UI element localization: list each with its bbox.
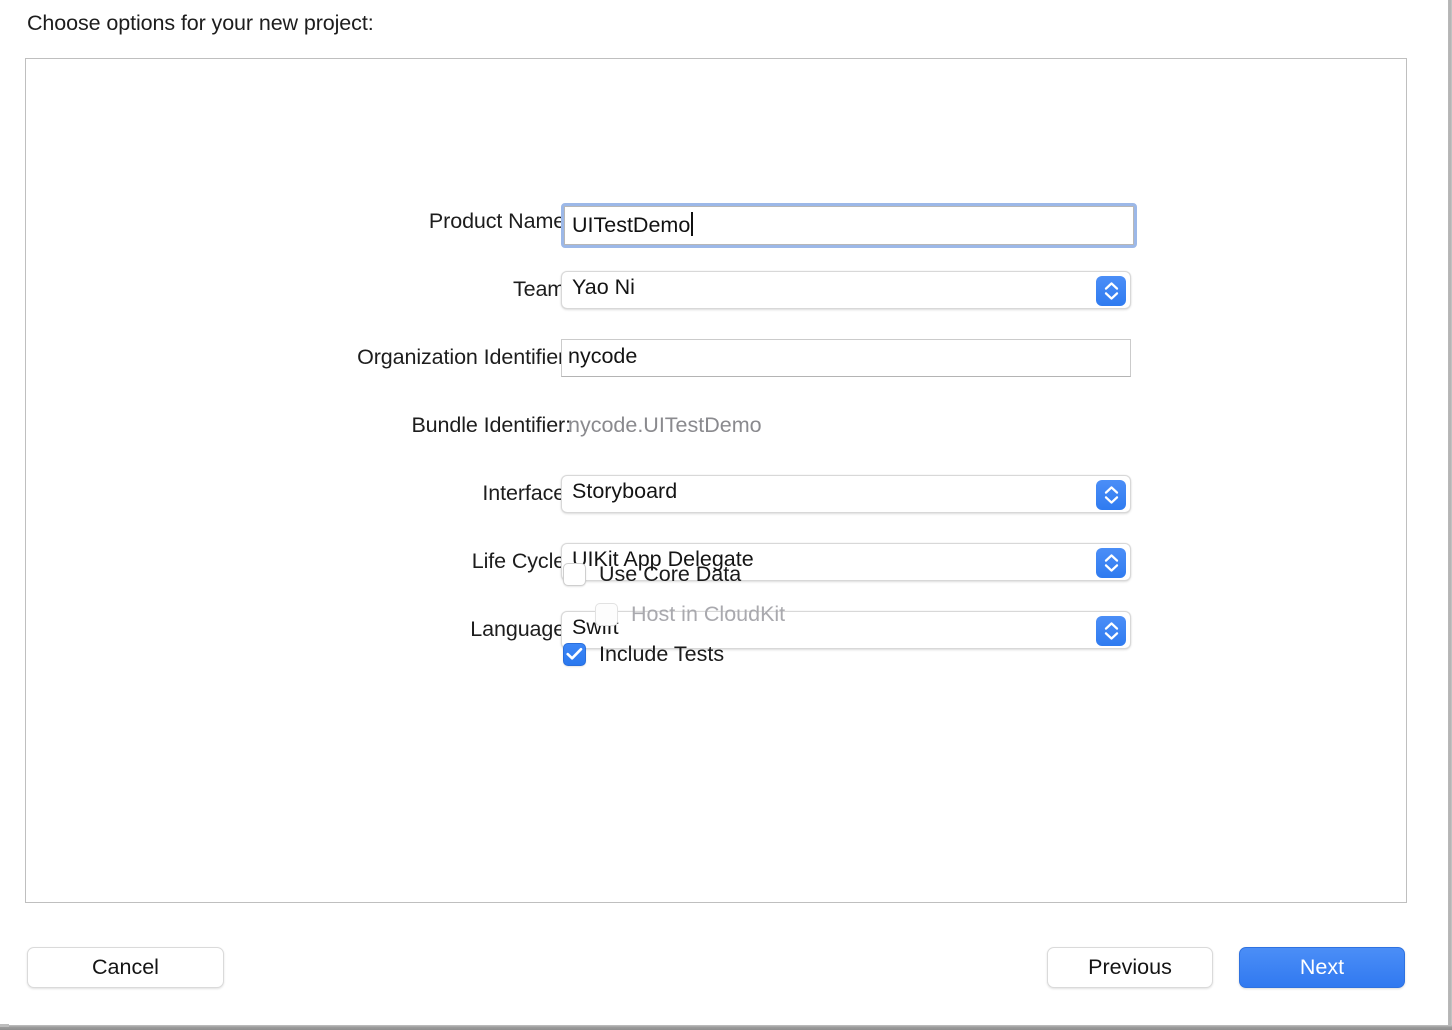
form-row-product-name: Product Name: UITestDemo: [26, 203, 1408, 277]
window-right-edge: [1448, 0, 1452, 1030]
page-title: Choose options for your new project:: [27, 11, 374, 35]
project-options-checkboxes: Use Core Data Host in CloudKit Include T…: [563, 554, 1263, 674]
label-interface: Interface:: [482, 481, 571, 505]
next-button[interactable]: Next: [1239, 947, 1405, 988]
use-core-data-label: Use Core Data: [599, 561, 742, 586]
form-row-bundle-identifier: Bundle Identifier: nycode.UITestDemo: [26, 413, 1408, 481]
checkbox-row-host-in-cloudkit: Host in CloudKit: [563, 594, 1263, 634]
team-popup-button[interactable]: Yao Ni: [561, 271, 1131, 309]
include-tests-label: Include Tests: [599, 641, 725, 666]
text-caret: [691, 212, 693, 236]
product-name-value-wrap: UITestDemo: [572, 212, 693, 238]
use-core-data-checkbox[interactable]: [563, 562, 586, 586]
product-name-input-inner[interactable]: UITestDemo: [564, 206, 1134, 245]
team-popup-value: Yao Ni: [572, 275, 635, 299]
interface-popup-button[interactable]: Storyboard: [561, 475, 1131, 513]
control-organization-identifier: nycode: [561, 339, 1131, 377]
control-team: Yao Ni: [561, 271, 1131, 309]
label-organization-identifier: Organization Identifier:: [357, 345, 571, 369]
organization-identifier-input[interactable]: nycode: [561, 339, 1131, 377]
cancel-button[interactable]: Cancel: [27, 947, 224, 988]
checkbox-row-include-tests[interactable]: Include Tests: [563, 634, 1263, 674]
label-language: Language:: [470, 617, 571, 641]
form-row-interface: Interface: Storyboard: [26, 475, 1408, 549]
organization-identifier-value: nycode: [568, 344, 638, 368]
host-in-cloudkit-checkbox: [595, 602, 618, 626]
include-tests-checkbox[interactable]: [563, 642, 586, 666]
control-interface: Storyboard: [561, 475, 1131, 513]
label-life-cycle: Life Cycle:: [471, 549, 571, 573]
product-name-input[interactable]: UITestDemo: [561, 203, 1137, 248]
checkbox-row-use-core-data[interactable]: Use Core Data: [563, 554, 1263, 594]
label-product-name: Product Name:: [428, 209, 571, 233]
control-bundle-identifier: nycode.UITestDemo: [561, 407, 762, 438]
host-in-cloudkit-label: Host in CloudKit: [631, 601, 786, 626]
options-panel: Product Name: UITestDemo Team: Yao Ni Or…: [25, 58, 1407, 903]
control-product-name: UITestDemo: [561, 203, 1137, 248]
interface-popup-value: Storyboard: [572, 479, 678, 503]
product-name-value: UITestDemo: [572, 213, 691, 237]
chevron-up-down-icon[interactable]: [1096, 276, 1126, 306]
form-row-organization-identifier: Organization Identifier: nycode: [26, 339, 1408, 413]
window-bottom-left-nub: [0, 1024, 9, 1027]
window-bottom-edge: [0, 1025, 1452, 1030]
chevron-up-down-icon[interactable]: [1096, 480, 1126, 510]
checkmark-icon: [566, 647, 583, 660]
form-row-team: Team: Yao Ni: [26, 271, 1408, 345]
label-bundle-identifier: Bundle Identifier:: [411, 413, 571, 437]
bundle-identifier-value: nycode.UITestDemo: [568, 413, 762, 437]
previous-button[interactable]: Previous: [1047, 947, 1213, 988]
